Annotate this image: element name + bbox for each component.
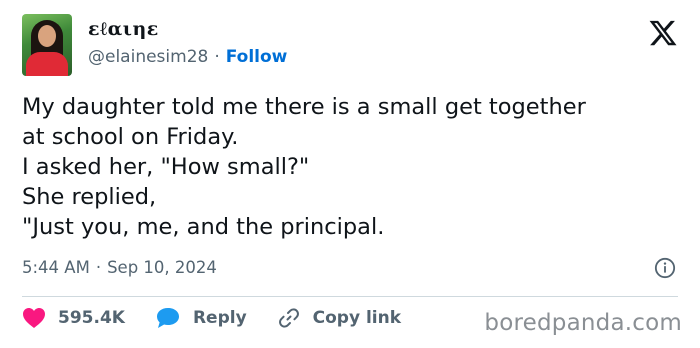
tweet-line: I asked her, "How small?" <box>22 154 310 180</box>
tweet-time: 5:44 AM <box>22 258 90 277</box>
tweet-header: ɛℓαιηɛ @elainesim28 · Follow <box>22 14 287 76</box>
watermark: boredpanda.com <box>484 310 682 336</box>
reply-button[interactable]: Reply <box>155 306 247 330</box>
like-count: 595.4K <box>58 308 125 328</box>
action-bar: 595.4K Reply Copy link <box>22 306 431 330</box>
author-handle[interactable]: @elainesim28 <box>88 47 208 67</box>
tweet-card: ɛℓαιηɛ @elainesim28 · Follow My daughter t… <box>0 0 700 348</box>
heart-icon <box>23 308 45 328</box>
tweet-text: My daughter told me there is a small get… <box>22 92 682 242</box>
tweet-line: She replied, <box>22 184 157 210</box>
handle-separator: · <box>214 47 220 67</box>
author-display-name[interactable]: ɛℓαιηɛ <box>88 17 287 41</box>
reply-label: Reply <box>192 308 247 328</box>
copy-link-button[interactable]: Copy link <box>277 306 401 330</box>
follow-button[interactable]: Follow <box>226 47 288 67</box>
like-button[interactable]: 595.4K <box>22 307 125 329</box>
speech-bubble-icon <box>156 308 179 328</box>
tweet-line: at school on Friday. <box>22 124 239 150</box>
copy-link-label: Copy link <box>312 308 402 328</box>
tweet-date: Sep 10, 2024 <box>107 258 217 277</box>
tweet-timestamp[interactable]: 5:44 AM · Sep 10, 2024 <box>22 256 217 280</box>
info-icon[interactable] <box>654 257 676 279</box>
link-icon <box>278 308 299 328</box>
author-handle-row: @elainesim28 · Follow <box>88 45 287 69</box>
timestamp-separator: · <box>95 258 102 277</box>
author-info: ɛℓαιηɛ @elainesim28 · Follow <box>88 17 287 69</box>
tweet-line: "Just you, me, and the principal. <box>22 214 385 240</box>
tweet-line: My daughter told me there is a small get… <box>22 94 586 120</box>
avatar[interactable] <box>22 14 72 76</box>
divider <box>22 296 678 297</box>
x-logo-icon[interactable] <box>648 18 678 48</box>
